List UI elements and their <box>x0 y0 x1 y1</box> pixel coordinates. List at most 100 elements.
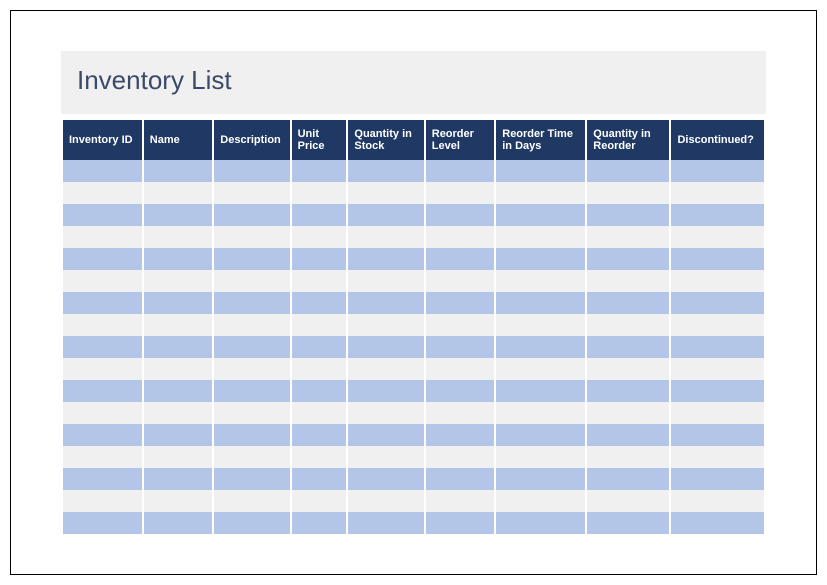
table-cell[interactable] <box>348 446 423 468</box>
table-cell[interactable] <box>292 204 347 226</box>
table-cell[interactable] <box>292 446 347 468</box>
table-cell[interactable] <box>426 204 495 226</box>
table-cell[interactable] <box>292 490 347 512</box>
table-cell[interactable] <box>63 248 142 270</box>
table-cell[interactable] <box>144 490 213 512</box>
table-cell[interactable] <box>348 248 423 270</box>
table-cell[interactable] <box>426 292 495 314</box>
table-cell[interactable] <box>426 490 495 512</box>
table-cell[interactable] <box>144 380 213 402</box>
table-cell[interactable] <box>63 446 142 468</box>
table-cell[interactable] <box>496 336 585 358</box>
table-cell[interactable] <box>214 446 289 468</box>
table-cell[interactable] <box>671 468 764 490</box>
table-cell[interactable] <box>63 182 142 204</box>
table-cell[interactable] <box>292 160 347 182</box>
table-cell[interactable] <box>426 226 495 248</box>
table-cell[interactable] <box>214 204 289 226</box>
table-cell[interactable] <box>144 468 213 490</box>
table-cell[interactable] <box>671 358 764 380</box>
table-cell[interactable] <box>63 270 142 292</box>
table-cell[interactable] <box>348 226 423 248</box>
table-cell[interactable] <box>144 358 213 380</box>
table-cell[interactable] <box>587 314 669 336</box>
table-cell[interactable] <box>214 248 289 270</box>
table-cell[interactable] <box>63 380 142 402</box>
table-cell[interactable] <box>587 226 669 248</box>
table-cell[interactable] <box>496 402 585 424</box>
table-cell[interactable] <box>426 160 495 182</box>
table-cell[interactable] <box>671 380 764 402</box>
table-cell[interactable] <box>348 204 423 226</box>
table-cell[interactable] <box>426 512 495 534</box>
table-cell[interactable] <box>214 490 289 512</box>
table-cell[interactable] <box>144 336 213 358</box>
table-cell[interactable] <box>587 446 669 468</box>
table-cell[interactable] <box>348 424 423 446</box>
table-cell[interactable] <box>292 314 347 336</box>
table-cell[interactable] <box>214 270 289 292</box>
table-cell[interactable] <box>587 160 669 182</box>
table-cell[interactable] <box>496 204 585 226</box>
table-cell[interactable] <box>496 490 585 512</box>
table-cell[interactable] <box>63 402 142 424</box>
table-cell[interactable] <box>292 380 347 402</box>
table-cell[interactable] <box>587 248 669 270</box>
table-cell[interactable] <box>426 380 495 402</box>
table-cell[interactable] <box>63 512 142 534</box>
table-cell[interactable] <box>144 402 213 424</box>
table-cell[interactable] <box>496 292 585 314</box>
table-cell[interactable] <box>348 314 423 336</box>
table-cell[interactable] <box>426 424 495 446</box>
table-cell[interactable] <box>587 204 669 226</box>
table-cell[interactable] <box>496 446 585 468</box>
table-cell[interactable] <box>214 402 289 424</box>
table-cell[interactable] <box>292 468 347 490</box>
table-cell[interactable] <box>292 292 347 314</box>
table-cell[interactable] <box>426 446 495 468</box>
table-cell[interactable] <box>144 182 213 204</box>
table-cell[interactable] <box>671 402 764 424</box>
table-cell[interactable] <box>587 468 669 490</box>
table-cell[interactable] <box>63 226 142 248</box>
table-cell[interactable] <box>348 468 423 490</box>
table-cell[interactable] <box>144 512 213 534</box>
table-cell[interactable] <box>348 402 423 424</box>
table-cell[interactable] <box>63 160 142 182</box>
table-cell[interactable] <box>426 336 495 358</box>
table-cell[interactable] <box>671 248 764 270</box>
table-cell[interactable] <box>496 358 585 380</box>
table-cell[interactable] <box>214 292 289 314</box>
table-cell[interactable] <box>496 248 585 270</box>
table-cell[interactable] <box>671 446 764 468</box>
table-cell[interactable] <box>63 490 142 512</box>
table-cell[interactable] <box>348 512 423 534</box>
table-cell[interactable] <box>496 270 585 292</box>
table-cell[interactable] <box>63 468 142 490</box>
table-cell[interactable] <box>426 358 495 380</box>
table-cell[interactable] <box>292 336 347 358</box>
table-cell[interactable] <box>214 182 289 204</box>
table-cell[interactable] <box>587 336 669 358</box>
table-cell[interactable] <box>144 292 213 314</box>
table-cell[interactable] <box>144 270 213 292</box>
table-cell[interactable] <box>144 226 213 248</box>
table-cell[interactable] <box>214 226 289 248</box>
table-cell[interactable] <box>292 402 347 424</box>
table-cell[interactable] <box>587 292 669 314</box>
table-cell[interactable] <box>214 314 289 336</box>
table-cell[interactable] <box>144 204 213 226</box>
table-cell[interactable] <box>496 424 585 446</box>
table-cell[interactable] <box>63 336 142 358</box>
table-cell[interactable] <box>671 292 764 314</box>
table-cell[interactable] <box>587 512 669 534</box>
table-cell[interactable] <box>587 380 669 402</box>
table-cell[interactable] <box>348 292 423 314</box>
table-cell[interactable] <box>214 468 289 490</box>
table-cell[interactable] <box>671 512 764 534</box>
table-cell[interactable] <box>426 314 495 336</box>
table-cell[interactable] <box>348 490 423 512</box>
table-cell[interactable] <box>214 336 289 358</box>
table-cell[interactable] <box>292 358 347 380</box>
table-cell[interactable] <box>214 160 289 182</box>
